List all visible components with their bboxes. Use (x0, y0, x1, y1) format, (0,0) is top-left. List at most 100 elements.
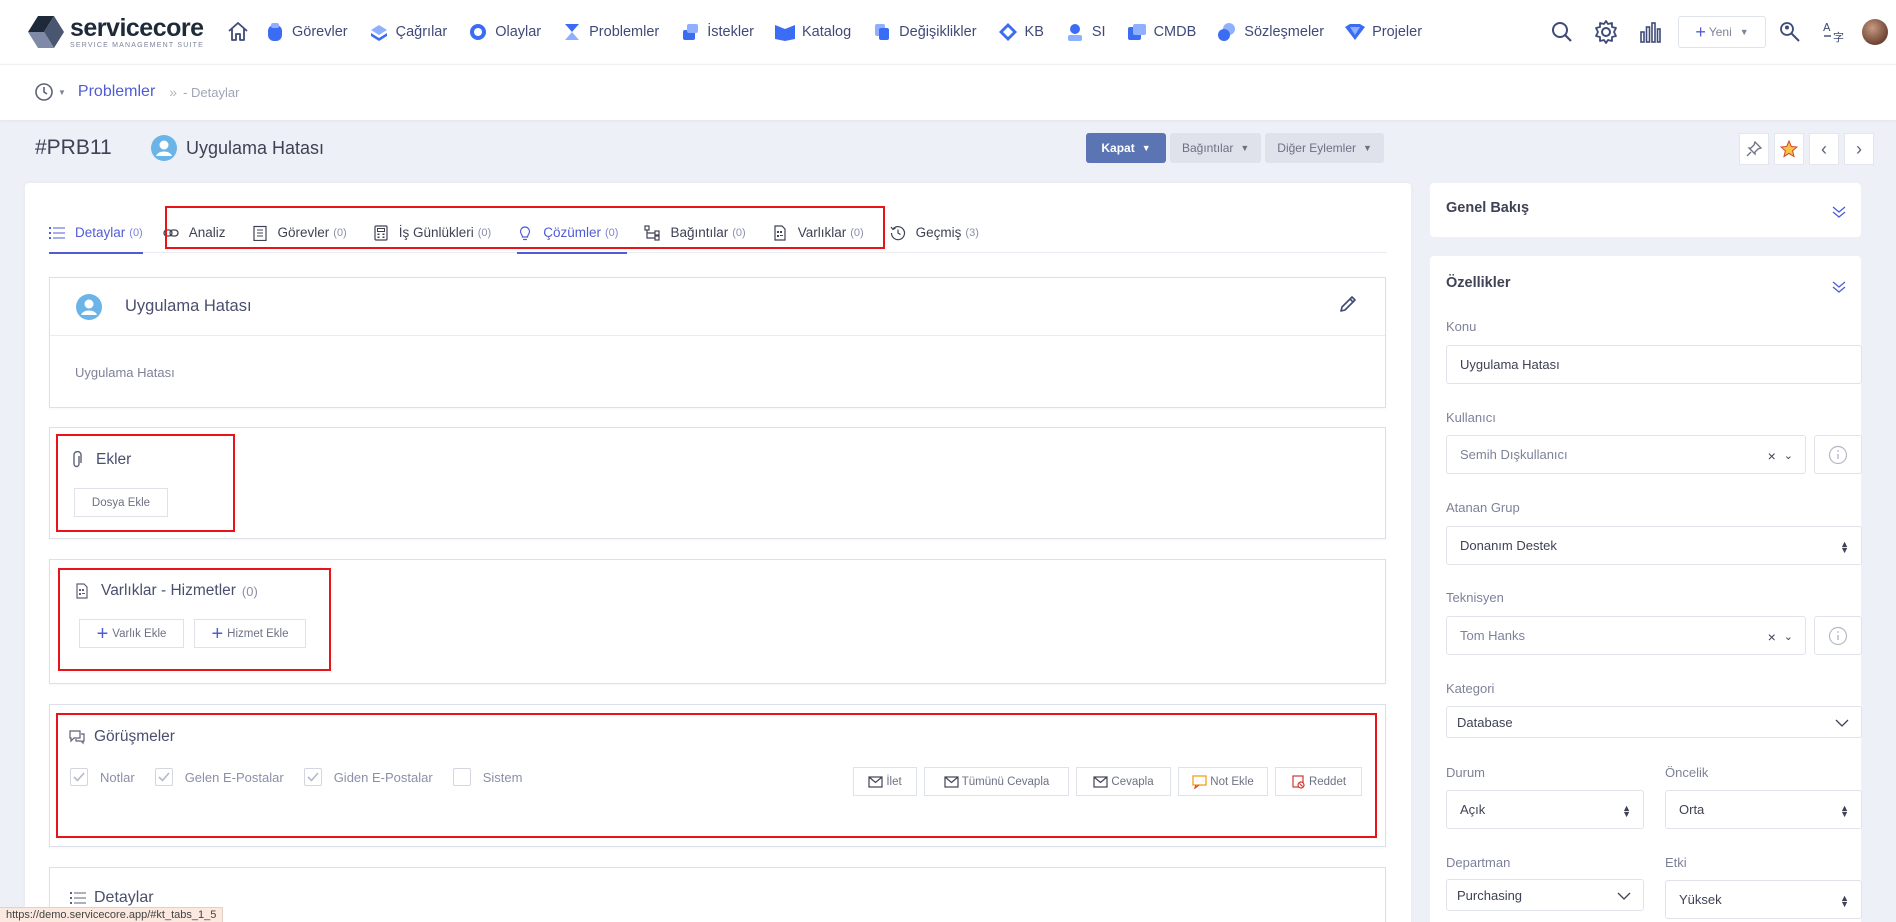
user-search-button[interactable] (1770, 12, 1810, 52)
technician-info-button[interactable] (1814, 616, 1862, 655)
history-icon[interactable] (34, 82, 54, 102)
chevron-down-icon[interactable]: ⌄ (1784, 449, 1793, 462)
language-button[interactable]: A字 (1814, 12, 1854, 52)
tab-solutions[interactable]: Çözümler (0) (517, 213, 628, 254)
checkbox-checked-icon (303, 768, 322, 786)
reject-button[interactable]: Reddet (1275, 767, 1362, 796)
brand-logo[interactable]: servicecore SERVICE MANAGEMENT SUITE (24, 12, 204, 52)
category-select[interactable]: Database (1446, 706, 1862, 738)
impact-select[interactable]: Yüksek ▲ ▼ (1665, 880, 1862, 919)
details-title: Detaylar (70, 889, 154, 907)
filter-outgoing-emails[interactable]: Giden E-Postalar (303, 768, 433, 786)
conversations-panel: Görüşmeler Notlar Gelen E-Postalar Giden… (49, 704, 1386, 847)
filter-notes[interactable]: Notlar (70, 768, 135, 786)
paperclip-icon (73, 451, 82, 468)
nav-label: Sözleşmeler (1244, 24, 1325, 40)
nav-tasks[interactable]: Görevler (264, 21, 348, 43)
tab-details[interactable]: Detaylar (0) (49, 213, 143, 254)
settings-button[interactable] (1586, 12, 1626, 52)
user-circle-icon (151, 135, 177, 161)
chevron-down-icon[interactable] (1831, 204, 1847, 220)
nav-problems[interactable]: Problemler (561, 21, 659, 43)
tab-label: Analiz (188, 225, 226, 240)
tab-history[interactable]: Geçmiş (3) (890, 213, 988, 253)
nav-requests[interactable]: İstekler (679, 21, 754, 43)
reply-all-button[interactable]: Tümünü Cevapla (924, 767, 1069, 796)
relations-button[interactable]: Bağıntılar ▼ (1170, 133, 1262, 163)
add-file-button[interactable]: Dosya Ekle (74, 488, 168, 517)
reply-button[interactable]: Cevapla (1076, 767, 1171, 796)
reject-label: Reddet (1308, 775, 1347, 788)
add-note-button[interactable]: Not Ekle (1178, 767, 1268, 796)
clear-icon[interactable]: × (1768, 448, 1776, 464)
tab-assets[interactable]: Varlıklar (0) (772, 213, 873, 253)
assets-title-text: Varlıklar - Hizmetler (101, 582, 236, 599)
history-icon (890, 225, 906, 241)
contracts-icon (1216, 21, 1238, 43)
status-select[interactable]: Açık ▲ ▼ (1446, 790, 1644, 829)
tab-relations[interactable]: Bağıntılar (0) (644, 213, 754, 253)
nav-catalog[interactable]: Katalog (774, 21, 851, 43)
search-button[interactable] (1542, 12, 1582, 52)
details-panel: Detaylar (49, 867, 1386, 922)
technician-select[interactable]: Tom Hanks × ⌄ (1446, 616, 1806, 655)
pin-button[interactable] (1739, 133, 1769, 165)
nav-cmdb[interactable]: CMDB (1126, 21, 1196, 43)
nav-changes[interactable]: Değişiklikler (871, 21, 977, 43)
add-service-button[interactable]: + Hizmet Ekle (194, 619, 306, 648)
user-select[interactable]: Semih Dışkullanıcı × ⌄ (1446, 435, 1806, 474)
priority-label: Öncelik (1665, 765, 1709, 780)
filter-label: Sistem (482, 769, 523, 785)
nav-contracts[interactable]: Sözleşmeler (1216, 21, 1324, 43)
link-icon (163, 225, 179, 241)
nav-kb[interactable]: KB (997, 21, 1044, 43)
category-label: Kategori (1446, 681, 1495, 696)
priority-select[interactable]: Orta ▲ ▼ (1665, 790, 1862, 829)
other-actions-label: Diğer Eylemler (1277, 141, 1356, 155)
new-button[interactable]: + Yeni ▼ (1678, 16, 1766, 48)
nav-si[interactable]: SI (1064, 21, 1106, 43)
overview-card[interactable]: Genel Bakış (1430, 183, 1861, 237)
forward-button[interactable]: İlet (853, 767, 917, 796)
filter-system[interactable]: Sistem (452, 768, 523, 786)
reports-button[interactable] (1630, 12, 1670, 52)
category-value: Database (1457, 714, 1513, 730)
other-actions-button[interactable]: Diğer Eylemler ▼ (1265, 133, 1384, 163)
user-info-button[interactable] (1814, 435, 1862, 474)
nav-incidents[interactable]: Olaylar (467, 21, 541, 43)
breadcrumb-current: - Detaylar (183, 84, 240, 100)
group-select[interactable]: Donanım Destek ▲ ▼ (1446, 526, 1862, 565)
clear-icon[interactable]: × (1768, 629, 1776, 645)
tab-analysis[interactable]: Analiz (163, 213, 235, 253)
department-select[interactable]: Purchasing (1446, 879, 1644, 911)
department-value: Purchasing (1457, 887, 1523, 903)
close-problem-button[interactable]: Kapat ▼ (1086, 133, 1166, 163)
filter-incoming-emails[interactable]: Gelen E-Postalar (154, 768, 284, 786)
tab-tasks[interactable]: Görevler (0) (252, 213, 356, 253)
tab-worklogs[interactable]: İş Günlükleri (0) (373, 213, 500, 253)
nav-calls[interactable]: Çağrılar (368, 21, 447, 43)
translate-icon: A字 (1823, 21, 1844, 44)
subject-field[interactable]: Uygulama Hatası (1446, 345, 1862, 384)
add-asset-button[interactable]: + Varlık Ekle (79, 619, 184, 648)
nav-label: Problemler (589, 24, 660, 40)
reply-all-label: Tümünü Cevapla (961, 775, 1050, 788)
nav-toolbar: + Yeni ▼ A字 (1538, 0, 1896, 64)
nav-projects[interactable]: Projeler (1344, 21, 1422, 43)
chevron-down-icon[interactable] (1831, 279, 1847, 295)
nav-home[interactable] (226, 20, 250, 44)
chevron-down-icon[interactable]: ▼ (58, 88, 66, 97)
pencil-icon[interactable] (1337, 293, 1359, 315)
next-button[interactable]: › (1844, 133, 1874, 165)
kb-icon (997, 21, 1019, 43)
favorite-button[interactable] (1774, 133, 1804, 165)
breadcrumb-problems-link[interactable]: Problemler (78, 83, 155, 101)
assets-count: (0) (241, 583, 258, 599)
breadcrumb: ▼ Problemler » - Detaylar (34, 82, 239, 102)
chevron-down-icon[interactable]: ⌄ (1784, 630, 1793, 643)
nav-label: KB (1024, 24, 1044, 40)
previous-button[interactable]: ‹ (1809, 133, 1839, 165)
attachments-panel: Ekler Dosya Ekle (49, 427, 1386, 539)
properties-card: Özellikler Konu Uygulama Hatası Kullanıc… (1430, 256, 1862, 922)
user-avatar[interactable] (1862, 19, 1888, 45)
